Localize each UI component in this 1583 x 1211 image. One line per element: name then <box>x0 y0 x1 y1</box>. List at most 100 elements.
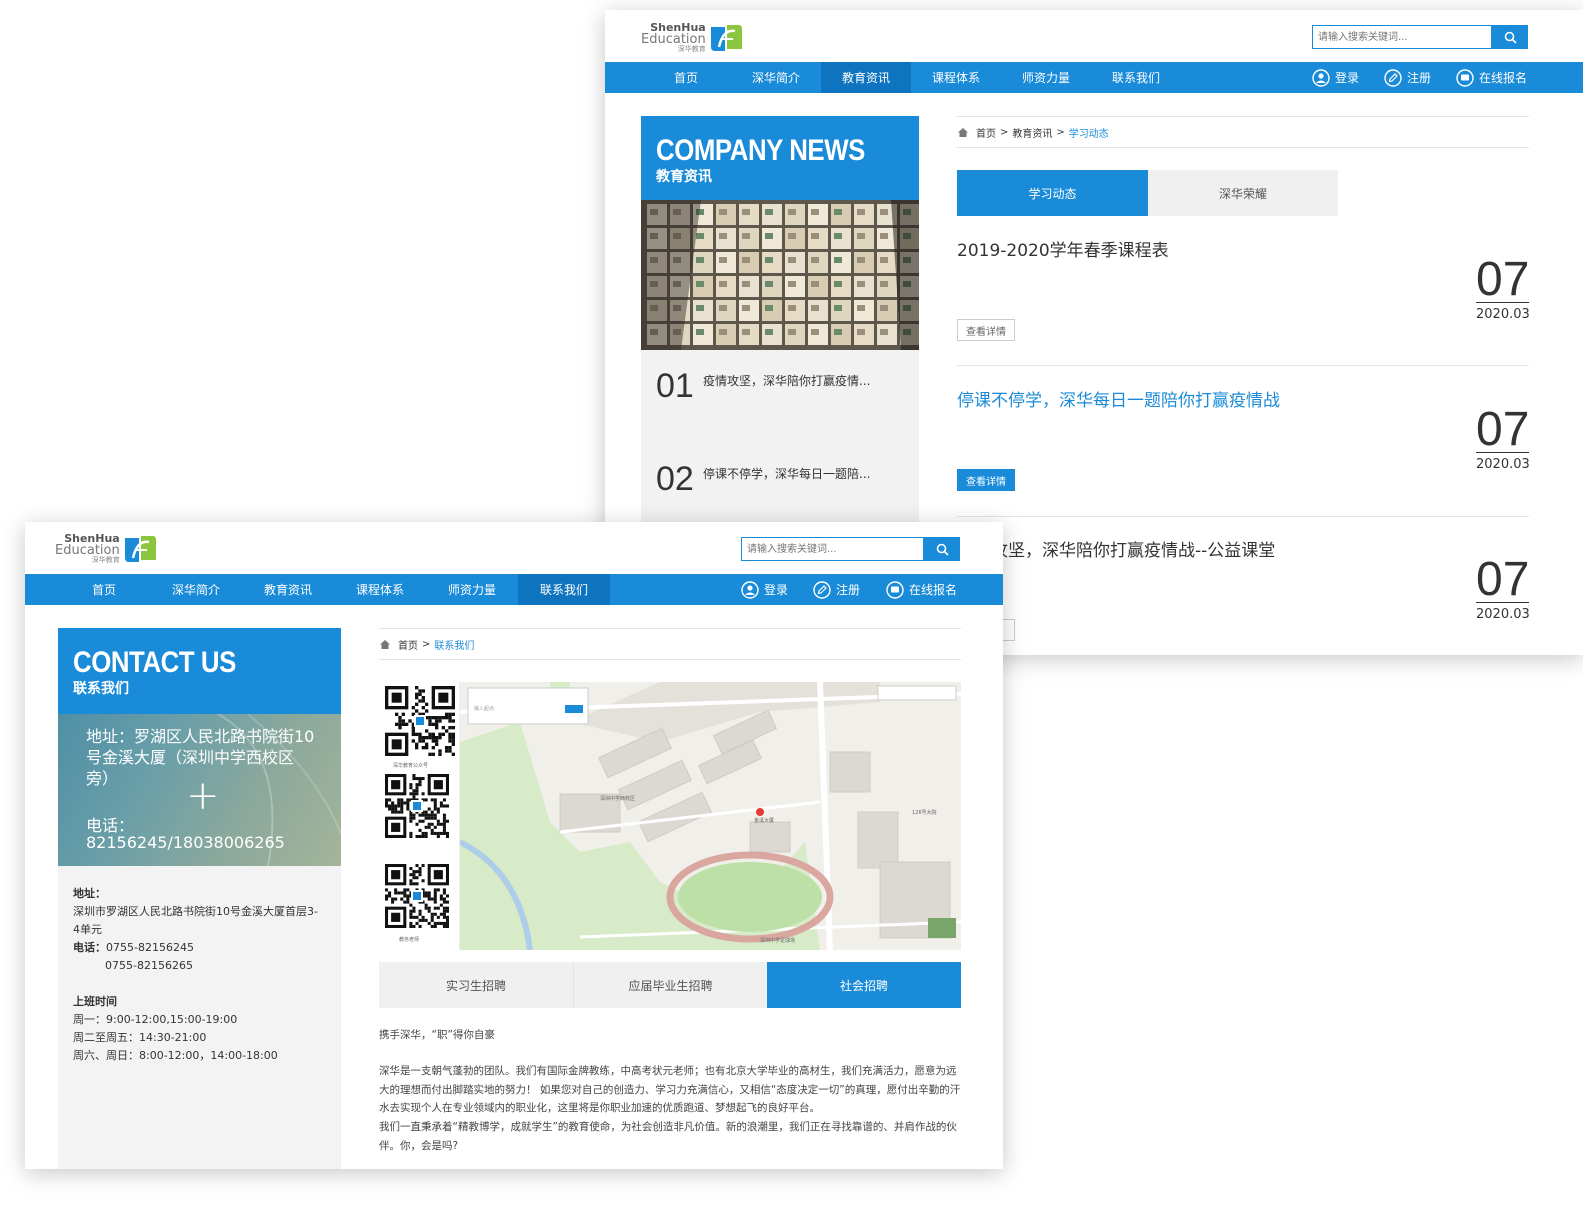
nav-home[interactable]: 首页 <box>58 574 150 605</box>
sidebar-title-en: COMPANY NEWS <box>656 134 865 167</box>
divider <box>957 516 1529 517</box>
tab-social[interactable]: 社会招聘 <box>767 962 961 1008</box>
sidebar-header: COMPANY NEWS 教育资讯 <box>641 116 919 200</box>
nav-about[interactable]: 深华简介 <box>731 62 821 93</box>
news-day: 07 <box>1476 253 1530 306</box>
logo-line3: 深华教育 <box>677 45 706 53</box>
map-label: 126号大院 <box>912 809 937 816</box>
breadcrumb-current: 联系我们 <box>434 641 475 652</box>
date-divider <box>1476 452 1529 453</box>
search-icon <box>936 543 949 556</box>
map[interactable]: 深圳中学西校区 金溪大厦 126号大院 深圳中学足球场 输入起点 <box>460 682 961 950</box>
nav-courses[interactable]: 课程体系 <box>334 574 426 605</box>
login-link[interactable]: 登录 <box>1312 62 1359 93</box>
news-title[interactable]: 停课不停学，深华每日一题陪你打赢疫情战 <box>957 386 1280 411</box>
news-year-month: 2020.03 <box>1476 607 1530 622</box>
breadcrumb-sep: > <box>422 639 431 650</box>
search-button[interactable] <box>1492 25 1528 49</box>
search-button[interactable] <box>924 537 960 561</box>
breadcrumb-sep: > <box>1056 127 1065 138</box>
qr-caption: 深华教育公众号 <box>393 763 429 769</box>
login-label: 登录 <box>1335 71 1360 85</box>
tab-study-news[interactable]: 学习动态 <box>957 170 1148 216</box>
search-input[interactable] <box>1312 25 1492 49</box>
tab-graduate[interactable]: 应届毕业生招聘 <box>573 962 767 1008</box>
sidebar-news-title[interactable]: 停课不停学，深华每日一题陪... <box>703 465 870 482</box>
home-icon <box>380 640 390 649</box>
nav-home[interactable]: 首页 <box>641 62 731 93</box>
route-search-hint: 输入起点 <box>474 705 494 712</box>
view-details-button[interactable]: 查看详情 <box>957 469 1015 491</box>
nav-teachers[interactable]: 师资力量 <box>1001 62 1091 93</box>
logo[interactable]: ShenHua Education 深华教育 <box>55 533 157 564</box>
enroll-link[interactable]: 在线报名 <box>1456 62 1527 93</box>
sidebar-news-title[interactable]: 疫情攻坚，深华陪你打赢疫情... <box>703 372 870 389</box>
news-title[interactable]: 2019-2020学年春季课程表 <box>957 236 1169 261</box>
breadcrumb-home[interactable]: 首页 <box>976 125 996 140</box>
enroll-label: 在线报名 <box>1479 71 1528 85</box>
sidebar-title-zh: 联系我们 <box>73 681 129 697</box>
sidebar-title-en: CONTACT US <box>73 646 236 679</box>
nav-contact[interactable]: 联系我们 <box>1091 62 1181 93</box>
phone-2: 0755-82156265 <box>105 959 193 972</box>
date-divider <box>1476 602 1529 603</box>
divider <box>379 628 961 629</box>
divider <box>957 116 1529 117</box>
main-nav: 首页 深华简介 教育资讯 课程体系 师资力量 联系我们 登录 注册 在线报名 <box>605 62 1583 93</box>
nav-news[interactable]: 教育资讯 <box>242 574 334 605</box>
user-icon <box>1312 68 1330 87</box>
search-bar <box>1312 25 1528 49</box>
recruit-paragraph: 我们一直秉承着“精教博学，成就学生”的教育使命，为社会创造非凡价值。新的浪潮里，… <box>379 1121 957 1152</box>
tab-intern[interactable]: 实习生招聘 <box>379 962 573 1008</box>
enroll-label: 在线报名 <box>909 583 958 597</box>
login-link[interactable]: 登录 <box>741 574 788 605</box>
sidebar-header: CONTACT US 联系我们 <box>58 628 341 714</box>
qr-caption: 教务老师 <box>399 937 420 943</box>
recruit-slogan: 携手深华，“职”得你自豪 <box>379 1029 495 1041</box>
tab-honors[interactable]: 深华荣耀 <box>1148 170 1338 216</box>
nav-contact[interactable]: 联系我们 <box>518 574 610 605</box>
user-icon <box>741 580 759 599</box>
phone-label: 电话： <box>73 941 106 954</box>
search-icon <box>1504 31 1517 44</box>
nav-news[interactable]: 教育资讯 <box>821 62 911 93</box>
map-controls[interactable] <box>877 685 957 701</box>
search-input[interactable] <box>741 537 924 561</box>
search-bar <box>741 537 960 561</box>
nav-courses[interactable]: 课程体系 <box>911 62 1001 93</box>
plus-icon: + <box>186 773 220 819</box>
map-label: 深圳中学足球场 <box>760 937 795 944</box>
newspaper-wall-image <box>641 200 919 350</box>
qr-code-image <box>385 864 449 928</box>
qr-code-image <box>385 774 449 838</box>
hours-weekday-1: 周一：9:00-12:00,15:00-19:00 <box>73 1013 238 1026</box>
nav-teachers[interactable]: 师资力量 <box>426 574 518 605</box>
hours-weekday-2: 周二至周五：14:30-21:00 <box>73 1031 207 1044</box>
date-divider <box>1476 302 1529 303</box>
nav-about[interactable]: 深华简介 <box>150 574 242 605</box>
divider <box>957 365 1529 366</box>
register-link[interactable]: 注册 <box>1384 62 1431 93</box>
view-details-button[interactable]: 查看详情 <box>957 319 1015 341</box>
logo[interactable]: ShenHua Education 深华教育 <box>641 22 743 53</box>
recruit-paragraph: 深华是一支朝气蓬勃的团队。我们有国际金牌教练，中高考状元老师；也有北京大学毕业的… <box>379 1065 961 1114</box>
address-label: 地址： <box>73 887 106 900</box>
enroll-link[interactable]: 在线报名 <box>886 574 957 605</box>
route-search-button[interactable] <box>565 705 583 713</box>
phone-1: 0755-82156245 <box>106 941 194 954</box>
breadcrumb-sep: > <box>1000 127 1009 138</box>
satellite-toggle[interactable] <box>928 918 956 938</box>
home-icon <box>958 128 968 137</box>
pencil-icon <box>1384 68 1402 87</box>
chat-icon <box>1456 68 1474 87</box>
map-pin-icon <box>756 808 764 816</box>
hours-label: 上班时间 <box>73 995 117 1008</box>
contact-info: 地址： 深圳市罗湖区人民北路书院街10号金溪大厦首层3-4单元 电话：0755-… <box>73 885 323 1065</box>
breadcrumb: 首页 > 教育资讯 > 学习动态 <box>957 125 1113 140</box>
news-title[interactable]: 攻坚，深华陪你打赢疫情战--公益课堂 <box>991 536 1275 561</box>
contact-page-screenshot: ShenHua Education 深华教育 首页 深华简介 教育资讯 课程体系… <box>25 522 1003 1169</box>
register-link[interactable]: 注册 <box>813 574 860 605</box>
divider <box>379 659 961 660</box>
breadcrumb-home[interactable]: 首页 <box>398 637 418 652</box>
breadcrumb-level1[interactable]: 教育资讯 <box>1012 125 1052 140</box>
